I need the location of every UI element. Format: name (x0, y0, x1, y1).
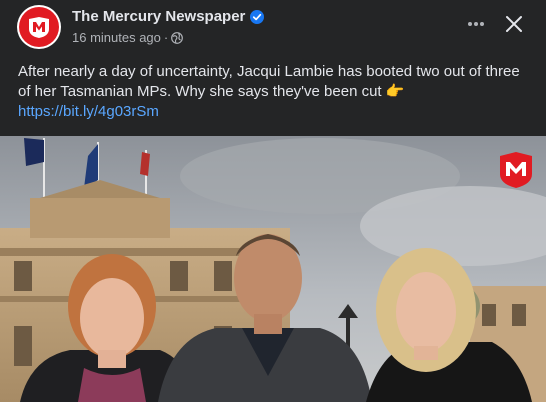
meta-separator: · (163, 30, 169, 45)
more-options-button[interactable] (462, 12, 490, 36)
verified-badge-icon (250, 9, 265, 24)
post-header: The Mercury Newspaper 16 minutes ago · (0, 0, 546, 56)
close-icon (506, 16, 522, 32)
pointing-emoji: 👉 (385, 83, 405, 100)
author-line: The Mercury Newspaper (72, 8, 265, 25)
post-meta: 16 minutes ago · (72, 30, 184, 45)
post-photo[interactable] (0, 136, 546, 402)
close-button[interactable] (500, 10, 528, 38)
post-image (0, 136, 546, 402)
post-body: After nearly a day of uncertainty, Jacqu… (18, 63, 520, 100)
more-options-icon (468, 22, 484, 26)
mercury-watermark-icon (500, 152, 532, 188)
globe-icon (171, 31, 184, 44)
post-link[interactable]: https://bit.ly/4g03rSm (18, 103, 159, 120)
post-text: After nearly a day of uncertainty, Jacqu… (18, 62, 528, 122)
author-name[interactable]: The Mercury Newspaper (72, 8, 245, 25)
post-timestamp[interactable]: 16 minutes ago (72, 30, 161, 45)
mercury-logo-icon (19, 7, 59, 47)
page-avatar[interactable] (17, 5, 61, 49)
